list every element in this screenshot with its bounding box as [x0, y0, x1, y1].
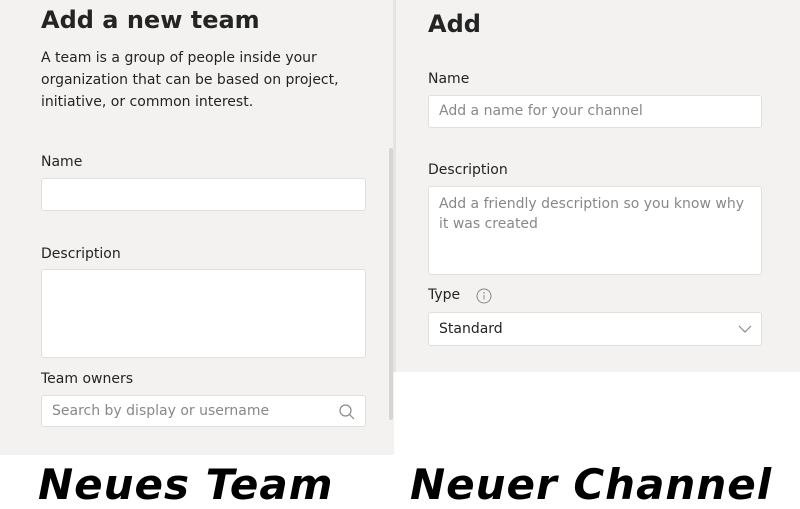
team-owners-label: Team owners — [41, 371, 134, 387]
info-icon[interactable] — [476, 288, 492, 304]
type-label: Type — [428, 287, 461, 303]
team-owners-placeholder: Search by display or username — [52, 403, 270, 419]
search-icon[interactable] — [338, 403, 356, 421]
caption-right: Neuer Channel — [410, 460, 773, 509]
chevron-down-icon — [738, 325, 752, 333]
name-label: Name — [41, 154, 83, 170]
channel-type-dropdown[interactable]: Standard — [428, 312, 762, 346]
channel-description-input[interactable]: Add a friendly description so you know w… — [428, 186, 762, 275]
channel-name-placeholder: Add a name for your channel — [439, 103, 643, 119]
page-title: Add — [428, 10, 481, 38]
team-description-input[interactable] — [41, 269, 366, 358]
description-label: Description — [428, 162, 508, 178]
description-label: Description — [41, 246, 121, 262]
name-label: Name — [428, 71, 470, 87]
channel-name-input[interactable]: Add a name for your channel — [428, 95, 762, 128]
team-name-input[interactable] — [41, 178, 366, 211]
caption-left: Neues Team — [38, 460, 334, 509]
channel-description-placeholder: Add a friendly description so you know w… — [439, 196, 744, 232]
team-owners-search-input[interactable]: Search by display or username — [41, 395, 366, 427]
page-title: Add a new team — [41, 6, 260, 34]
divider — [393, 0, 396, 372]
add-team-panel: Add a new team A team is a group of peop… — [0, 0, 394, 455]
intro-text: A team is a group of people inside your … — [41, 50, 339, 110]
add-channel-panel: Add Name Add a name for your channel Des… — [393, 0, 800, 372]
channel-type-value: Standard — [439, 321, 503, 337]
